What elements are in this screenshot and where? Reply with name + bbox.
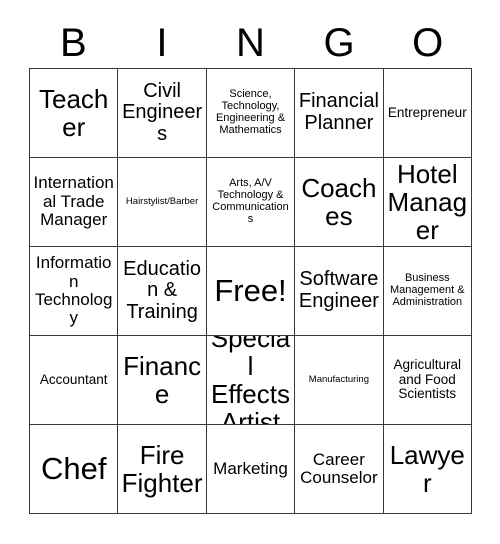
bingo-cell-label: Finance [123,350,202,409]
bingo-cell-label: Civil Engineers [122,79,203,145]
bingo-cell-r4c5[interactable]: Agricultural and Food Scientists [383,336,472,425]
bingo-cell-label: Chef [40,451,107,487]
bingo-cell-label: Agricultural and Food Scientists [393,357,462,402]
bingo-cell-label: Software Engineer [298,268,379,312]
bingo-cell-r5c4[interactable]: Career Counselor [295,425,384,514]
bingo-cell-r1c5[interactable]: Entrepreneur [383,69,472,158]
bingo-cell-r1c2[interactable]: Civil Engineers [118,69,207,158]
bingo-cell-label: Fire Fighter [121,439,203,498]
bingo-header-letter-i: I [156,21,168,65]
bingo-cell-r5c3[interactable]: Marketing [206,425,296,514]
bingo-cell-r4c4[interactable]: Manufacturing [295,336,384,425]
bingo-cell-label: Career Counselor [300,449,378,487]
bingo-cell-r3c5[interactable]: Business Management & Administration [383,247,472,336]
bingo-free-space[interactable]: Free! [206,247,296,336]
bingo-cell-label: Hairstylist/Barber [125,195,199,207]
bingo-cell-label: Information Technology [34,253,113,328]
bingo-cell-label: Financial Planner [298,90,379,134]
bingo-cell-r3c4[interactable]: Software Engineer [295,247,384,336]
bingo-cell-r4c3[interactable]: Special Effects Artist [206,336,296,425]
bingo-cell-r4c1[interactable]: Accountant [30,336,119,425]
bingo-header-letter-o: O [412,21,444,65]
bingo-cell-r1c3[interactable]: Science, Technology, Engineering & Mathe… [206,69,296,158]
bingo-card: B I N G O Teacher Civil Engineers Science, Tec… [0,0,500,544]
bingo-cell-label: Teacher [39,83,109,142]
bingo-header-letter-n: N [236,21,265,65]
bingo-cell-r2c4[interactable]: Coaches [295,158,384,247]
bingo-cell-r5c5[interactable]: Lawyer [383,425,472,514]
bingo-header-letter-g: G [323,21,355,65]
bingo-header: BINGO [29,18,472,68]
bingo-cell-label: Education & Training [123,257,202,323]
bingo-cell-label: Science, Technology, Engineering & Mathe… [215,88,286,136]
bingo-cell-label: Business Management & Administration [389,272,465,308]
bingo-cell-label: Manufacturing [308,373,369,385]
bingo-cell-label: Free! [214,273,287,309]
bingo-cell-label: Marketing [213,458,288,478]
bingo-cell-label: Coaches [301,172,377,231]
bingo-cell-r1c1[interactable]: Teacher [30,69,119,158]
bingo-cell-label: Arts, A/V Technology & Communications [212,177,289,225]
bingo-cell-r3c2[interactable]: Education & Training [118,247,207,336]
bingo-cell-label: Accountant [39,371,108,387]
bingo-cell-r2c2[interactable]: Hairstylist/Barber [118,158,207,247]
bingo-cell-r5c2[interactable]: Fire Fighter [118,425,207,514]
bingo-header-letter-b: B [59,21,87,65]
bingo-cell-label: Entrepreneur [387,104,467,120]
bingo-cell-label: International Trade Manager [33,173,114,230]
bingo-cell-r2c1[interactable]: International Trade Manager [30,158,119,247]
bingo-cell-r4c2[interactable]: Finance [118,336,207,425]
bingo-grid: Teacher Civil Engineers Science, Technolog… [29,68,472,514]
bingo-cell-label: Special Effects Artist [210,336,291,425]
bingo-cell-label: Lawyer [389,439,465,498]
bingo-cell-label: Hotel Manager [387,158,468,246]
bingo-cell-r1c4[interactable]: Financial Planner [295,69,384,158]
bingo-cell-r5c1[interactable]: Chef [30,425,119,514]
bingo-cell-r3c1[interactable]: Information Technology [30,247,119,336]
bingo-cell-r2c3[interactable]: Arts, A/V Technology & Communications [206,158,296,247]
bingo-cell-r2c5[interactable]: Hotel Manager [383,158,472,247]
